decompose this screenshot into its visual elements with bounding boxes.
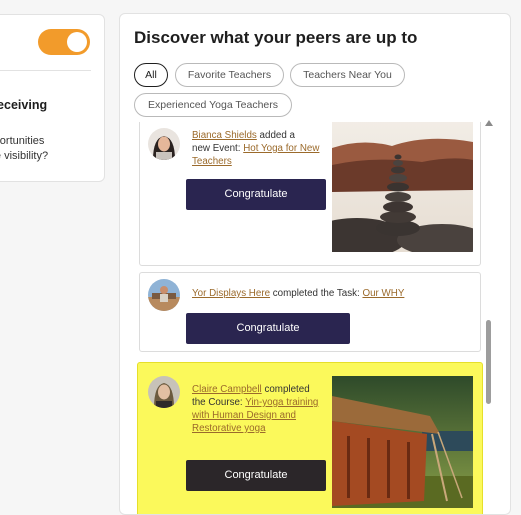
congratulate-button[interactable]: Congratulate: [186, 179, 326, 210]
task-link[interactable]: Our WHY: [362, 288, 404, 299]
activity-card-highlighted: Claire Campbell completed the Course: Yi…: [137, 362, 483, 514]
user-link[interactable]: Yor Displays Here: [192, 288, 270, 299]
action-text: added a: [259, 130, 295, 141]
card-title: w receiving s!: [0, 98, 48, 112]
notification-settings-card: w receiving s! Opportunities nore visibi…: [0, 14, 105, 182]
stacked-stones-photo: [332, 122, 473, 252]
action-text: completed: [264, 384, 310, 395]
user-link[interactable]: Bianca Shields: [192, 130, 257, 141]
notification-toggle[interactable]: [38, 29, 90, 55]
activity-feed[interactable]: Bianca Shields added a new Event: Hot Yo…: [120, 122, 492, 514]
congratulate-button[interactable]: Congratulate: [186, 313, 350, 344]
filter-chip-all[interactable]: All: [134, 63, 168, 87]
scrollbar-thumb[interactable]: [486, 320, 491, 404]
filter-chip-favorite-teachers[interactable]: Favorite Teachers: [175, 63, 284, 87]
wooden-shack-photo: [332, 376, 473, 508]
peer-activity-panel: Discover what your peers are up to All F…: [119, 13, 511, 515]
filter-chip-teachers-near-you[interactable]: Teachers Near You: [290, 63, 405, 87]
filter-chip-experienced-yoga-teachers[interactable]: Experienced Yoga Teachers: [134, 93, 292, 117]
panel-title: Discover what your peers are up to: [134, 28, 418, 47]
avatar[interactable]: [148, 128, 180, 160]
avatar[interactable]: [148, 376, 180, 408]
action-text: new Event:: [192, 143, 241, 154]
action-text: the Course:: [192, 397, 243, 408]
card-body: Opportunities nore visibility?: [0, 135, 49, 162]
activity-card: Bianca Shields added a new Event: Hot Yo…: [139, 122, 481, 266]
activity-text: Claire Campbell completed the Course: Yi…: [192, 383, 322, 435]
scroll-up-arrow-icon[interactable]: [485, 120, 493, 126]
congratulate-button[interactable]: Congratulate: [186, 460, 326, 491]
user-link[interactable]: Claire Campbell: [192, 384, 262, 395]
activity-text: Bianca Shields added a new Event: Hot Yo…: [192, 129, 322, 168]
activity-text: Yor Displays Here completed the Task: Ou…: [192, 287, 472, 300]
toggle-knob: [67, 32, 87, 52]
feed-scrollbar[interactable]: [484, 118, 494, 504]
action-text: completed the Task:: [272, 288, 360, 299]
activity-card: Yor Displays Here completed the Task: Ou…: [139, 272, 481, 352]
divider: [0, 70, 91, 71]
avatar[interactable]: [148, 279, 180, 311]
